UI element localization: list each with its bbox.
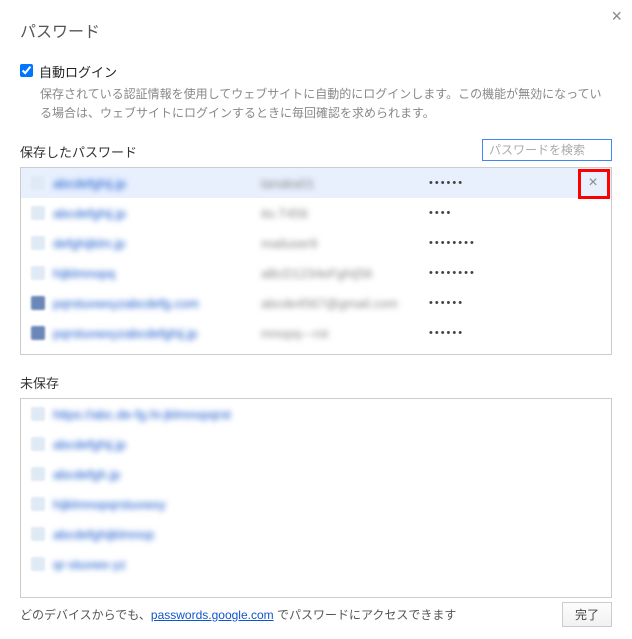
username: tanaka01 [261, 176, 421, 191]
unsaved-title: 未保存 [20, 373, 612, 392]
site-name: abcdefghijklmnop [53, 527, 154, 542]
autologin-row: 自動ログイン [20, 62, 612, 81]
delete-row-button[interactable]: × [579, 170, 607, 196]
search-input[interactable] [482, 139, 612, 161]
username: mnopq---rst [261, 326, 421, 341]
password-row[interactable]: abcdefghij.jp ito.T456 •••• [21, 198, 611, 228]
site-name: abcdefgh.jp [53, 467, 120, 482]
password-row[interactable]: pqrstuvwxyzabcdefghij.jp mnopq---rst •••… [21, 318, 611, 348]
password-dots: •••••••• [429, 237, 601, 249]
site-name: abcdefghij.jp [53, 206, 253, 221]
unsaved-row[interactable]: https://abc.de-fg.hi-jklmnopqrst [21, 399, 611, 429]
unsaved-row[interactable]: abcdefghijklmnop [21, 519, 611, 549]
autologin-checkbox[interactable] [20, 64, 33, 77]
autologin-description: 保存されている認証情報を使用してウェブサイトに自動的にログインします。この機能が… [40, 85, 612, 123]
site-favicon [31, 326, 45, 340]
site-favicon [31, 497, 45, 511]
password-row[interactable]: defghijklm.jp mailuser9 •••••••• [21, 228, 611, 258]
site-favicon [31, 176, 45, 190]
site-name: abcdefghij.jp [53, 176, 253, 191]
unsaved-list-scroll[interactable]: https://abc.de-fg.hi-jklmnopqrst abcdefg… [21, 399, 611, 597]
site-name: hijklmnopq [53, 266, 253, 281]
password-dots: •••• [429, 207, 601, 219]
password-dots: •••••• [429, 177, 601, 189]
site-name: abcdefghij.jp [53, 437, 126, 452]
site-name: https://abc.de-fg.hi-jklmnopqrst [53, 407, 231, 422]
site-name: pqrstuvwxyzabcdefghij.jp [53, 326, 253, 341]
username: mailuser9 [261, 236, 421, 251]
footer: どのデバイスからでも、passwords.google.com でパスワードにア… [20, 602, 612, 627]
site-name: hijklmnopqrstuvwxy [53, 497, 166, 512]
password-row[interactable]: pqrstuvwxyzabcdefg.com abcde4567@gmail.c… [21, 288, 611, 318]
site-name: pqrstuvwxyzabcdefg.com [53, 296, 253, 311]
username: abcde4567@gmail.com [261, 296, 421, 311]
site-favicon [31, 296, 45, 310]
footer-link[interactable]: passwords.google.com [151, 608, 274, 622]
password-dots: •••••• [429, 297, 601, 309]
unsaved-row[interactable]: hijklmnopqrstuvwxy [21, 489, 611, 519]
site-favicon [31, 266, 45, 280]
password-dots: •••••• [429, 327, 601, 339]
username: aBcD1234eFghIj56 [261, 266, 421, 281]
site-favicon [31, 557, 45, 571]
unsaved-row[interactable]: qr-stuvwx-yz [21, 549, 611, 579]
done-button[interactable]: 完了 [562, 602, 612, 627]
site-favicon [31, 437, 45, 451]
unsaved-row[interactable]: abcdefghij.jp [21, 429, 611, 459]
site-name: qr-stuvwx-yz [53, 557, 126, 572]
site-favicon [31, 407, 45, 421]
footer-text: どのデバイスからでも、passwords.google.com でパスワードにア… [20, 606, 456, 623]
saved-title: 保存したパスワード [20, 142, 137, 161]
autologin-label: 自動ログイン [39, 62, 117, 81]
saved-passwords-list: abcdefghij.jp tanaka01 •••••• × abcdefgh… [20, 167, 612, 355]
saved-section-header: 保存したパスワード [20, 139, 612, 161]
site-favicon [31, 527, 45, 541]
unsaved-row[interactable]: abcdefgh.jp [21, 459, 611, 489]
password-row[interactable]: hijklmnopq aBcD1234eFghIj56 •••••••• [21, 258, 611, 288]
site-favicon [31, 467, 45, 481]
username: ito.T456 [261, 206, 421, 221]
footer-text-before: どのデバイスからでも、 [20, 608, 151, 622]
dialog-title: パスワード [20, 18, 612, 42]
password-dots: •••••••• [429, 267, 601, 279]
saved-list-scroll[interactable]: abcdefghij.jp tanaka01 •••••• × abcdefgh… [21, 168, 611, 354]
password-row[interactable]: abcdefghij.jp tanaka01 •••••• × [21, 168, 611, 198]
site-favicon [31, 236, 45, 250]
site-favicon [31, 206, 45, 220]
unsaved-list: https://abc.de-fg.hi-jklmnopqrst abcdefg… [20, 398, 612, 598]
footer-text-after: でパスワードにアクセスできます [274, 608, 457, 622]
dialog-close-button[interactable]: × [611, 6, 622, 27]
site-name: defghijklm.jp [53, 236, 253, 251]
